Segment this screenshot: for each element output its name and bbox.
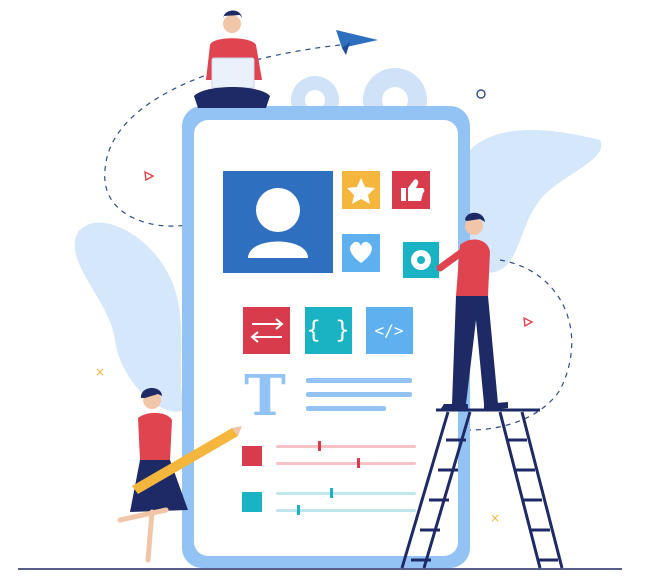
teal-swatch [242, 492, 262, 512]
small-triangle-decor [523, 316, 534, 328]
text-glyph: T [244, 363, 286, 429]
small-triangle-decor [144, 170, 155, 182]
code-tag-icon: </> [375, 321, 404, 340]
red-swatch [242, 446, 262, 466]
paper-plane-icon [336, 30, 378, 55]
x-decor: × [95, 365, 105, 379]
left-blob [74, 222, 185, 412]
laptop-icon [211, 57, 255, 89]
x-decor: × [490, 511, 500, 525]
curly-braces-icon: { } [306, 316, 349, 344]
phone-mockup: { } </> T [182, 106, 470, 568]
gear-icon [411, 250, 431, 270]
swap-tile [243, 307, 290, 354]
small-circle-decor [476, 89, 486, 99]
app-development-illustration: × × {} </> T [18, 10, 622, 570]
